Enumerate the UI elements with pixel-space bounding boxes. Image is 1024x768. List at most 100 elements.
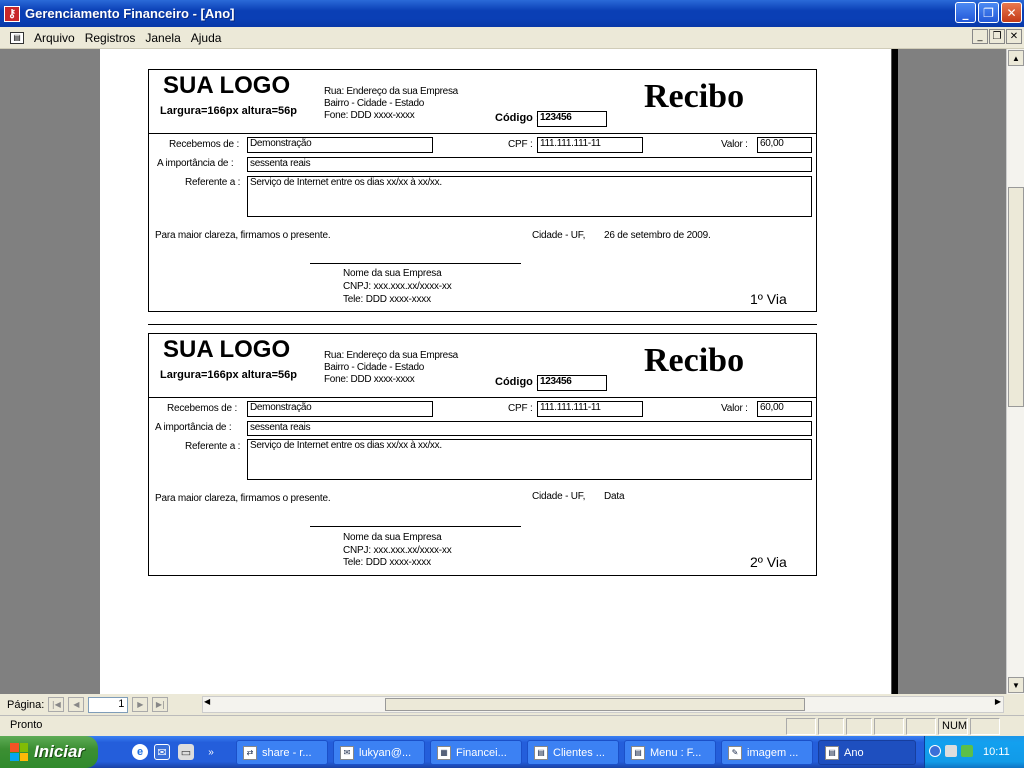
importancia-label: A importância de :	[155, 422, 232, 433]
codigo-label: Código :	[495, 376, 540, 388]
importancia-field: sessenta reais	[247, 157, 812, 172]
taskbar-task-active[interactable]: ▤ Ano	[818, 740, 916, 765]
codigo-field: 123456	[537, 375, 607, 391]
num-lock-indicator: NUM	[938, 718, 968, 735]
page-navigation-bar: Página: |◀ ◀ 1 ▶ ▶| ◀ ▶	[0, 694, 1024, 715]
status-panel	[874, 718, 904, 735]
cpf-label: CPF :	[508, 403, 533, 414]
menu-arquivo[interactable]: Arquivo	[34, 31, 75, 45]
company-logo: SUA LOGO	[163, 72, 291, 99]
valor-label: Valor :	[721, 403, 748, 414]
status-text: Pronto	[10, 719, 43, 731]
taskbar-task[interactable]: ⇄ share - r...	[236, 740, 328, 765]
empresa-name: Nome da sua Empresa	[343, 268, 442, 279]
status-panel	[818, 718, 844, 735]
finance-app-icon: ▦	[437, 745, 451, 760]
menu-ajuda[interactable]: Ajuda	[191, 31, 222, 45]
previous-page-icon[interactable]: ◀	[68, 697, 85, 712]
recebemos-field: Demonstração	[247, 401, 433, 417]
volume-icon[interactable]	[961, 745, 973, 757]
form-app-icon: ▤	[534, 745, 548, 760]
referente-field: Serviço de Internet entre os dias xx/xx …	[247, 439, 812, 480]
title-bar: ⚷ Gerenciamento Financeiro - [Ano] _ ❐ ✕	[0, 0, 1024, 27]
menu-janela[interactable]: Janela	[145, 31, 180, 45]
system-tray: 10:11	[924, 736, 1024, 768]
tray-expand-icon[interactable]	[929, 745, 941, 757]
status-panel	[786, 718, 816, 735]
windows-logo-icon	[10, 743, 28, 761]
via-label: 1º Via	[750, 291, 787, 307]
taskbar-task[interactable]: ▤ Clientes ...	[527, 740, 619, 765]
cidade-text: Cidade - UF,	[532, 230, 586, 241]
date-text: Data	[604, 491, 625, 502]
date-text: 26 de setembro de 2009.	[604, 230, 711, 241]
vertical-scroll-thumb[interactable]	[1008, 187, 1024, 407]
status-panel	[906, 718, 936, 735]
image-app-icon: ✎	[728, 745, 742, 760]
valor-field: 60,00	[757, 137, 812, 153]
header-divider	[149, 133, 816, 134]
referente-label: Referente a :	[185, 177, 241, 188]
taskbar-task[interactable]: ▤ Menu : F...	[624, 740, 716, 765]
receipt-heading: Recibo	[644, 78, 745, 115]
network-icon[interactable]	[945, 745, 957, 757]
outlook-icon[interactable]: ✉	[154, 744, 170, 760]
clock: 10:11	[983, 746, 1010, 758]
referente-field: Serviço de Internet entre os dias xx/xx …	[247, 176, 812, 217]
child-restore-button[interactable]: ❐	[989, 29, 1005, 44]
company-logo: SUA LOGO	[163, 336, 291, 363]
share-app-icon: ⇄	[243, 745, 257, 760]
document-icon[interactable]: ▤	[10, 31, 24, 44]
via-label: 2º Via	[750, 554, 787, 570]
company-address: Rua: Endereço da sua Empresa Bairro - Ci…	[324, 86, 458, 121]
cidade-text: Cidade - UF,	[532, 491, 586, 502]
form-app-icon: ▤	[631, 745, 645, 760]
chevron-more-icon[interactable]: »	[203, 744, 219, 760]
empresa-phone: Tele: DDD xxxx-xxxx	[343, 294, 431, 305]
page-number-input[interactable]: 1	[88, 696, 129, 713]
empresa-cnpj: CNPJ: xxx.xxx.xx/xxxx-xx	[343, 281, 452, 292]
empresa-cnpj: CNPJ: xxx.xxx.xx/xxxx-xx	[343, 545, 452, 556]
signature-line	[310, 526, 521, 527]
logo-size-note: Largura=166px altura=56p	[160, 105, 297, 117]
receipt-heading: Recibo	[644, 342, 745, 379]
scroll-right-icon[interactable]: ▶	[995, 697, 1001, 706]
recebemos-label: Recebemos de :	[169, 139, 240, 150]
receipt-first-copy: SUA LOGO Largura=166px altura=56p Rua: E…	[148, 69, 817, 312]
minimize-button[interactable]: _	[955, 2, 976, 23]
signature-line	[310, 263, 521, 264]
first-page-icon[interactable]: |◀	[48, 697, 65, 712]
cpf-label: CPF :	[508, 139, 533, 150]
recebemos-label: Recebemos de :	[167, 403, 238, 414]
horizontal-scrollbar[interactable]: ◀ ▶	[202, 696, 1004, 713]
taskbar-task[interactable]: ▦ Financei...	[430, 740, 522, 765]
vertical-scrollbar[interactable]: ▲ ▼	[1006, 49, 1024, 694]
importancia-field: sessenta reais	[247, 421, 812, 436]
show-desktop-icon[interactable]: ▭	[178, 744, 194, 760]
app-icon[interactable]: ⚷	[4, 5, 20, 22]
internet-explorer-icon[interactable]: e	[132, 744, 148, 760]
menu-registros[interactable]: Registros	[85, 31, 136, 45]
start-button[interactable]: Iniciar	[0, 736, 98, 768]
receipt-separator	[148, 324, 817, 325]
scroll-left-icon[interactable]: ◀	[204, 697, 210, 706]
taskbar-task[interactable]: ✎ imagem ...	[721, 740, 813, 765]
logo-size-note: Largura=166px altura=56p	[160, 369, 297, 381]
last-page-icon[interactable]: ▶|	[152, 697, 169, 712]
cpf-field: 111.111.111-11	[537, 137, 643, 153]
status-bar: Pronto NUM	[0, 715, 1024, 736]
taskbar-task[interactable]: ✉ lukyan@...	[333, 740, 425, 765]
scroll-up-icon[interactable]: ▲	[1008, 50, 1024, 66]
company-address: Rua: Endereço da sua Empresa Bairro - Ci…	[324, 350, 458, 385]
window-title: Gerenciamento Financeiro - [Ano]	[25, 6, 235, 21]
empresa-phone: Tele: DDD xxxx-xxxx	[343, 557, 431, 568]
restore-button[interactable]: ❐	[978, 2, 999, 23]
child-minimize-button[interactable]: _	[972, 29, 988, 44]
importancia-label: A importância de :	[157, 158, 234, 169]
scroll-down-icon[interactable]: ▼	[1008, 677, 1024, 693]
close-button[interactable]: ✕	[1001, 2, 1022, 23]
next-page-icon[interactable]: ▶	[132, 697, 149, 712]
child-close-button[interactable]: ✕	[1006, 29, 1022, 44]
page-label: Página:	[7, 698, 45, 711]
horizontal-scroll-thumb[interactable]	[385, 698, 805, 711]
